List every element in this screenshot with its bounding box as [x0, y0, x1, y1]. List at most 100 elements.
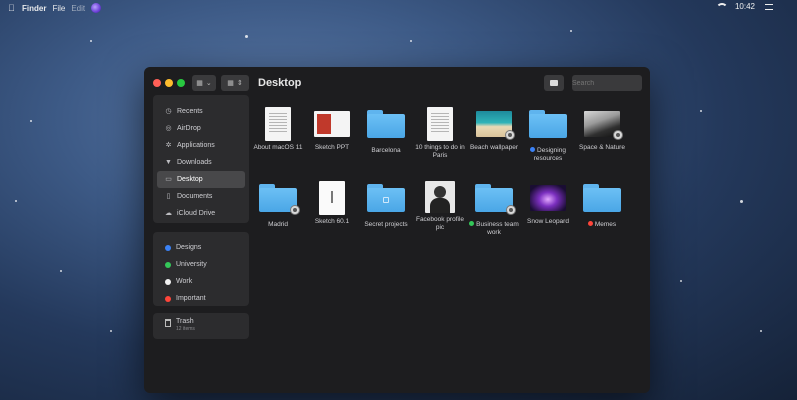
airdrop-icon: ◎ — [165, 125, 172, 132]
file-item[interactable]: Beach wallpaper — [467, 107, 521, 152]
apple-icon[interactable]:  — [8, 3, 16, 13]
sidebar-tag-designs[interactable]: Designs — [157, 239, 245, 256]
sidebar-item-desktop[interactable]: ▭ Desktop — [157, 171, 245, 188]
finder-window: ▦ ⌄ ▦ ⇕ Desktop ◷ Recents ◎ AirDrop ✲ Ap… — [144, 67, 650, 393]
red-tag-dot — [165, 295, 171, 302]
photo-icon — [425, 181, 455, 213]
sidebar-item-label: Important — [176, 295, 206, 302]
document-icon — [265, 107, 291, 141]
chevron-down-icon: ⌄ — [205, 80, 212, 87]
file-name: About macOS 11 — [253, 144, 303, 151]
blue-tag-dot — [530, 147, 536, 152]
close-button[interactable] — [153, 79, 161, 87]
lock-icon — [383, 197, 389, 203]
green-tag-dot — [165, 261, 171, 268]
folder-icon — [367, 184, 405, 212]
wifi-icon[interactable] — [715, 2, 728, 11]
presentation-icon — [314, 111, 350, 137]
trash-icon — [165, 319, 171, 327]
file-name: Sketch PPT — [314, 144, 350, 151]
sidebar-item-icloud[interactable]: ☁ iCloud Drive — [157, 205, 245, 222]
sidebar-trash[interactable]: Trash 12 items — [153, 313, 249, 339]
file-item[interactable]: Facebook profile pic — [413, 181, 467, 232]
window-title: Desktop — [258, 77, 302, 89]
file-name: Barcelona — [371, 147, 401, 154]
file-item[interactable]: Designing resources — [521, 107, 575, 163]
file-name: Space & Nature — [579, 144, 625, 151]
file-item[interactable]: Sketch 60.1 — [305, 181, 359, 226]
file-name: Beach wallpaper — [469, 144, 519, 151]
star — [245, 35, 248, 38]
menu-file[interactable]: File — [52, 4, 65, 13]
view-options-button[interactable]: ▦ ⇕ — [221, 75, 249, 91]
sidebar-item-label: Desktop — [177, 176, 203, 183]
image-icon — [584, 111, 623, 140]
trash-label: Trash — [176, 318, 194, 325]
chevron-updown-icon: ⇕ — [236, 80, 243, 87]
sidebar-item-label: Downloads — [177, 159, 212, 166]
download-icon: ▼ — [165, 159, 172, 166]
file-item[interactable]: Business team work — [467, 181, 521, 237]
file-item[interactable]: Sketch PPT — [305, 107, 359, 152]
minimize-button[interactable] — [165, 79, 173, 87]
sidebar-item-applications[interactable]: ✲ Applications — [157, 137, 245, 154]
star — [15, 200, 17, 202]
clock-icon: ◷ — [165, 108, 172, 115]
star — [700, 110, 702, 112]
sidebar-item-documents[interactable]: ▯ Documents — [157, 188, 245, 205]
star — [570, 30, 572, 32]
group-button[interactable]: ▦ ⌄ — [192, 75, 216, 91]
white-tag-dot — [165, 278, 171, 285]
folder-icon — [259, 184, 300, 215]
file-name-text: Business team work — [476, 221, 519, 236]
sidebar-tag-university[interactable]: University — [157, 256, 245, 273]
sidebar-item-airdrop[interactable]: ◎ AirDrop — [157, 120, 245, 137]
file-item[interactable]: About macOS 11 — [251, 107, 305, 152]
sidebar-item-recents[interactable]: ◷ Recents — [157, 103, 245, 120]
folder-icon — [367, 110, 405, 138]
file-name: Facebook profile pic — [415, 216, 465, 231]
file-name: Sketch 60.1 — [314, 218, 350, 225]
file-name-text: Designing resources — [533, 147, 566, 162]
zoom-button[interactable] — [177, 79, 185, 87]
share-button[interactable] — [544, 75, 564, 91]
sidebar-item-label: Documents — [177, 193, 213, 200]
folder-icon — [475, 184, 516, 215]
sidebar-tag-important[interactable]: Important — [157, 290, 245, 307]
file-name: Snow Leopard — [527, 218, 569, 225]
folder-icon — [583, 184, 621, 212]
control-center-icon[interactable] — [765, 3, 773, 10]
sidebar-item-label: Designs — [176, 244, 202, 251]
star — [90, 40, 92, 42]
menu-finder[interactable]: Finder — [22, 4, 46, 13]
file-item[interactable]: 10 things to do in Paris — [413, 107, 467, 160]
menu-edit[interactable]: Edit — [71, 4, 85, 13]
file-item[interactable]: Space & Nature — [575, 107, 629, 152]
installer-icon — [319, 181, 345, 215]
sidebar-item-downloads[interactable]: ▼ Downloads — [157, 154, 245, 171]
file-item[interactable]: Memes — [575, 181, 629, 229]
image-icon — [476, 111, 515, 140]
trash-count: 12 items — [176, 326, 195, 332]
red-tag-dot — [587, 221, 593, 226]
grid-icon: ▦ — [196, 80, 203, 87]
file-item[interactable]: Secret projects — [359, 181, 413, 229]
applications-icon: ✲ — [165, 142, 172, 149]
icon-view-icon: ▦ — [227, 80, 234, 87]
cloud-icon: ☁ — [165, 210, 172, 217]
file-name: 10 things to do in Paris — [415, 144, 465, 159]
star — [760, 330, 762, 332]
siri-icon[interactable] — [91, 3, 102, 13]
clock[interactable]: 10:42 — [735, 2, 755, 11]
file-item[interactable]: Madrid — [251, 181, 305, 229]
file-name: Secret projects — [364, 221, 408, 228]
star — [110, 330, 112, 332]
sidebar-tag-work[interactable]: Work — [157, 273, 245, 290]
file-name: Designing resources — [521, 147, 575, 163]
file-item[interactable]: Barcelona — [359, 107, 413, 155]
search-input[interactable] — [572, 75, 642, 91]
sidebar-item-label: iCloud Drive — [177, 210, 216, 217]
sidebar-item-label: Applications — [177, 142, 215, 149]
file-name: Madrid — [268, 221, 288, 228]
file-item[interactable]: Snow Leopard — [521, 181, 575, 226]
